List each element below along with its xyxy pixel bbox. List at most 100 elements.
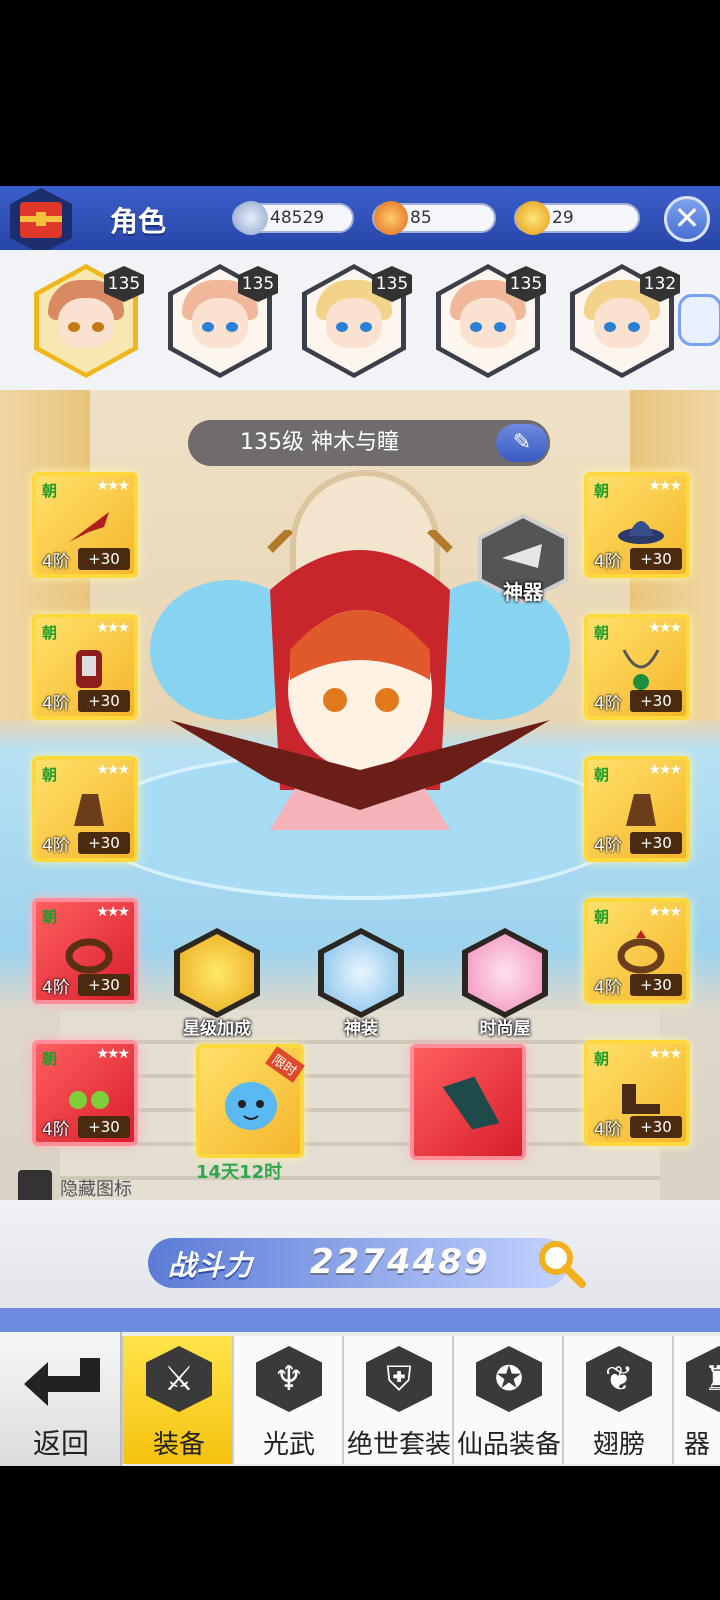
- slot-tag: 朝: [42, 766, 58, 784]
- star-bonus-label: 星级加成: [183, 1019, 251, 1039]
- slot-enhance-level: +30: [78, 1116, 130, 1138]
- star-rating: ★★★: [648, 478, 682, 494]
- equip-slot-boots[interactable]: 朝 ★★★ 4阶 +30: [584, 1040, 690, 1146]
- hat-icon: [618, 521, 664, 544]
- slot-grade: 4阶: [42, 978, 70, 998]
- pencil-icon: ✎: [512, 430, 532, 455]
- tab-legendary-set[interactable]: ⛨ 绝世套装: [342, 1336, 452, 1464]
- slot-tag: 朝: [594, 1050, 610, 1068]
- combat-power-value: 2274489: [310, 1242, 490, 1282]
- fashion-house-label: 时尚屋: [479, 1019, 531, 1039]
- slot-enhance-level: +30: [630, 832, 682, 854]
- trident-icon: ♆: [256, 1346, 322, 1412]
- close-button[interactable]: ✕: [664, 196, 710, 242]
- hero-portrait[interactable]: 132: [570, 264, 680, 378]
- pet-slot[interactable]: 限时: [196, 1044, 305, 1158]
- glove-icon: [74, 794, 104, 826]
- game-screen: 角色 48529 85 29 ✕ 135 135 135 135 132 135级 神木…: [0, 0, 720, 1600]
- equip-slot-bracelet-left[interactable]: 朝 ★★★ 4阶 +30: [32, 898, 138, 1004]
- page-title: 角色: [110, 205, 167, 238]
- pet-timer: 14天12时: [196, 1162, 283, 1183]
- slot-enhance-level: +30: [78, 548, 130, 570]
- equip-slot-earrings[interactable]: 朝 ★★★ 4阶 +30: [32, 1040, 138, 1146]
- boots-icon: [622, 1084, 660, 1114]
- character-chest-icon[interactable]: [6, 186, 76, 256]
- slot-enhance-level: +30: [630, 1116, 682, 1138]
- wing-slot[interactable]: [410, 1044, 526, 1160]
- star-rating: ★★★: [96, 762, 130, 778]
- hero-eye: [336, 322, 348, 332]
- divine-gear-label: 神装: [344, 1019, 378, 1039]
- hero-portrait[interactable]: 135: [436, 264, 546, 378]
- tab-light-weapon-label: 光武: [262, 1430, 315, 1460]
- star-rating: ★★★: [648, 620, 682, 636]
- slot-enhance-level: +30: [78, 690, 130, 712]
- equip-slot-armor[interactable]: 朝 ★★★ 4阶 +30: [32, 614, 138, 720]
- tab-light-weapon[interactable]: ♆ 光武: [232, 1336, 342, 1464]
- hero-eye: [470, 322, 482, 332]
- slot-tag: 朝: [594, 624, 610, 642]
- equip-slot-necklace[interactable]: 朝 ★★★ 4阶 +30: [584, 614, 690, 720]
- pet-icon: [225, 1082, 277, 1130]
- currency-gold[interactable]: 29: [514, 201, 640, 235]
- artifact-label: 神器: [503, 580, 543, 604]
- equip-slot-gloves-left[interactable]: 朝 ★★★ 4阶 +30: [32, 756, 138, 862]
- currency-orange-gem[interactable]: 85: [372, 201, 496, 235]
- star-rating: ★★★: [96, 904, 130, 920]
- combat-power-bar: 战斗力 2274489: [148, 1238, 568, 1288]
- currency-diamond-value: 48529: [270, 208, 325, 228]
- equip-slot-helmet[interactable]: 朝 ★★★ 4阶 +30: [584, 472, 690, 578]
- hero-face: [326, 298, 382, 348]
- star-bonus-button[interactable]: 星级加成: [174, 928, 260, 1039]
- edit-name-button[interactable]: ✎: [496, 424, 548, 462]
- tab-equipment[interactable]: ⚔ 装备: [122, 1336, 232, 1464]
- slot-enhance-level: +30: [630, 690, 682, 712]
- bracelet-icon: [617, 930, 665, 974]
- artifact-button[interactable]: 神器: [476, 514, 570, 614]
- hero-portrait[interactable]: 135: [302, 264, 412, 378]
- hero-eye: [628, 322, 640, 332]
- star-rating: ★★★: [96, 620, 130, 636]
- slot-grade: 4阶: [42, 694, 70, 714]
- slot-enhance-level: +30: [630, 548, 682, 570]
- slot-tag: 朝: [42, 482, 58, 500]
- bracelet-icon: [65, 938, 113, 974]
- emblem-icon: ✪: [476, 1346, 542, 1412]
- hero-portrait[interactable]: 135: [34, 264, 144, 378]
- back-button[interactable]: 返回: [0, 1332, 122, 1466]
- hero-portrait[interactable]: 135: [168, 264, 278, 378]
- divine-gear-button[interactable]: 神装: [318, 928, 404, 1039]
- equip-slot-weapon[interactable]: 朝 ★★★ 4阶 +30: [32, 472, 138, 578]
- hero-face: [594, 298, 650, 348]
- hide-icons-checkbox[interactable]: [18, 1170, 52, 1204]
- hero-face: [58, 298, 114, 348]
- equip-slot-bracelet-right[interactable]: 朝 ★★★ 4阶 +30: [584, 898, 690, 1004]
- tab-partial-label: 器: [684, 1430, 711, 1460]
- hero-face: [460, 298, 516, 348]
- gold-coin-icon: [516, 201, 550, 235]
- armor-icon: ⛨: [366, 1346, 432, 1412]
- slot-grade: 4阶: [42, 552, 70, 572]
- tab-immortal-gear[interactable]: ✪ 仙品装备: [452, 1336, 562, 1464]
- hero-eye: [360, 322, 372, 332]
- back-label: 返回: [32, 1427, 89, 1460]
- fashion-house-button[interactable]: 时尚屋: [462, 928, 548, 1039]
- slot-grade: 4阶: [42, 1120, 70, 1140]
- slot-tag: 朝: [594, 766, 610, 784]
- tab-wings-label: 翅膀: [592, 1430, 645, 1460]
- slot-grade: 4阶: [594, 978, 622, 998]
- tab-equipment-label: 装备: [152, 1430, 205, 1460]
- earring-icon: [69, 1091, 109, 1109]
- necklace-icon: [622, 649, 660, 690]
- hero-eye: [68, 322, 80, 332]
- slot-tag: 朝: [42, 908, 58, 926]
- hero-strip-more-button[interactable]: [678, 294, 720, 346]
- currency-diamond[interactable]: 48529: [232, 201, 354, 235]
- crossed-swords-icon: ⚔: [146, 1346, 212, 1412]
- back-arrow-icon: [24, 1358, 100, 1406]
- tab-wings[interactable]: ❦ 翅膀: [562, 1336, 672, 1464]
- search-icon[interactable]: [536, 1238, 586, 1288]
- equip-slot-gloves-right[interactable]: 朝 ★★★ 4阶 +30: [584, 756, 690, 862]
- armor-piece-icon: [76, 650, 102, 688]
- tab-partial[interactable]: ♜ 器: [672, 1336, 720, 1464]
